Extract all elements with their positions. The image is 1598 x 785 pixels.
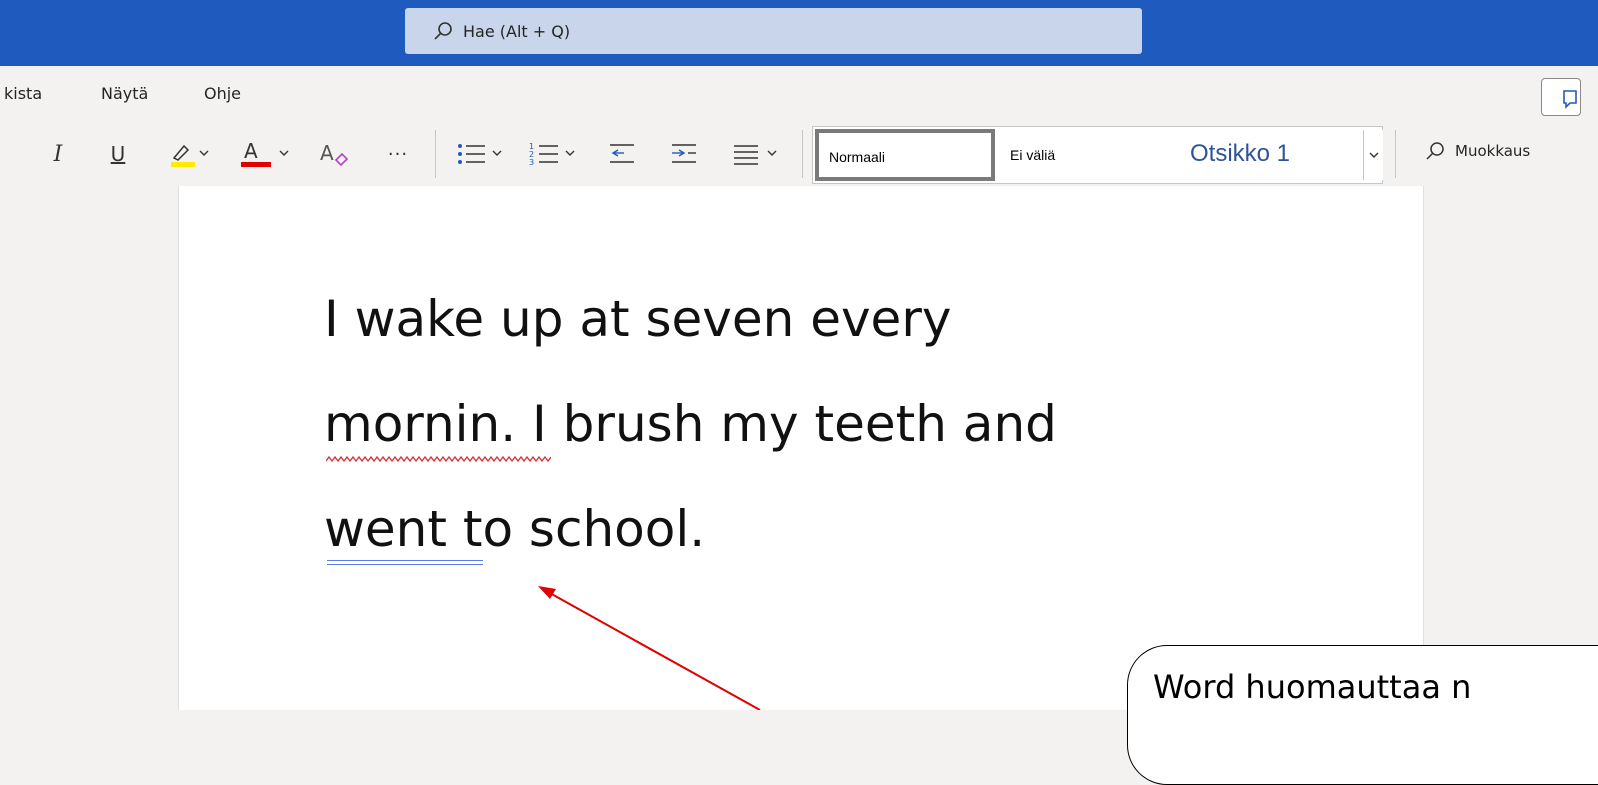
style-heading-1[interactable]: Otsikko 1 bbox=[1190, 140, 1290, 168]
callout-text: Word huomauttaa n bbox=[1153, 668, 1472, 706]
decrease-indent-button[interactable] bbox=[608, 140, 638, 168]
svg-text:3: 3 bbox=[529, 158, 534, 167]
menu-tab-tarkista[interactable]: kista bbox=[4, 84, 42, 103]
search-box[interactable]: Hae (Alt + Q) bbox=[405, 8, 1142, 54]
svg-text:A: A bbox=[244, 140, 258, 163]
document-text: . I brush my teeth and bbox=[500, 395, 1057, 453]
numbered-list-icon: 1 2 3 bbox=[529, 142, 575, 167]
numbering-button[interactable]: 1 2 3 bbox=[528, 140, 590, 168]
annotation-callout bbox=[1127, 645, 1598, 785]
toolbar-separator bbox=[435, 130, 436, 178]
clear-formatting-icon: A bbox=[320, 141, 349, 167]
comment-icon bbox=[1563, 90, 1577, 109]
style-normal-label: Normaali bbox=[829, 149, 886, 165]
more-icon: ··· bbox=[387, 143, 409, 165]
search-icon bbox=[434, 22, 452, 40]
chevron-down-icon bbox=[1369, 152, 1378, 158]
font-color-icon: A bbox=[241, 140, 289, 167]
underline-button[interactable]: U bbox=[106, 140, 130, 168]
more-options-button[interactable]: ··· bbox=[382, 140, 414, 168]
document-line-2[interactable]: mornin. I brush my teeth and bbox=[324, 395, 1057, 453]
menu-tab-ohje[interactable]: Ohje bbox=[204, 84, 241, 103]
underline-icon: U bbox=[110, 142, 126, 166]
alignment-button[interactable] bbox=[732, 140, 792, 168]
search-icon bbox=[1426, 142, 1444, 160]
bullets-button[interactable] bbox=[455, 140, 517, 168]
clear-formatting-button[interactable]: A bbox=[318, 140, 350, 168]
misspelled-word[interactable]: mornin bbox=[324, 395, 500, 453]
toolbar-separator bbox=[1395, 130, 1396, 178]
svg-text:A: A bbox=[320, 141, 334, 165]
decrease-indent-icon bbox=[610, 144, 634, 163]
font-color-button[interactable]: A bbox=[240, 140, 296, 168]
highlight-button[interactable] bbox=[168, 140, 214, 168]
comments-button[interactable] bbox=[1541, 78, 1581, 116]
menu-tab-nayta[interactable]: Näytä bbox=[101, 84, 148, 103]
grammar-flagged-word[interactable]: went bbox=[324, 500, 447, 558]
toolbar-separator bbox=[802, 130, 803, 178]
styles-expand-button[interactable] bbox=[1363, 130, 1383, 180]
grammar-double-underline bbox=[327, 560, 483, 565]
italic-icon: I bbox=[53, 141, 63, 167]
spelling-squiggle bbox=[326, 455, 551, 463]
increase-indent-button[interactable] bbox=[670, 140, 700, 168]
editing-mode-button[interactable]: Muokkaus bbox=[1425, 141, 1530, 161]
bullet-list-icon bbox=[458, 144, 502, 164]
align-icon bbox=[734, 145, 777, 165]
search-placeholder: Hae (Alt + Q) bbox=[463, 22, 571, 41]
style-normal[interactable]: Normaali bbox=[815, 129, 995, 181]
highlighter-icon bbox=[171, 144, 209, 167]
document-line-1[interactable]: I wake up at seven every bbox=[324, 290, 951, 348]
style-no-spacing[interactable]: Ei väliä bbox=[1010, 147, 1055, 163]
italic-button[interactable]: I bbox=[46, 140, 70, 168]
document-text: to school. bbox=[446, 500, 706, 558]
increase-indent-icon bbox=[672, 144, 696, 163]
editing-mode-label: Muokkaus bbox=[1455, 142, 1531, 160]
document-line-3[interactable]: went to school. bbox=[324, 500, 705, 558]
